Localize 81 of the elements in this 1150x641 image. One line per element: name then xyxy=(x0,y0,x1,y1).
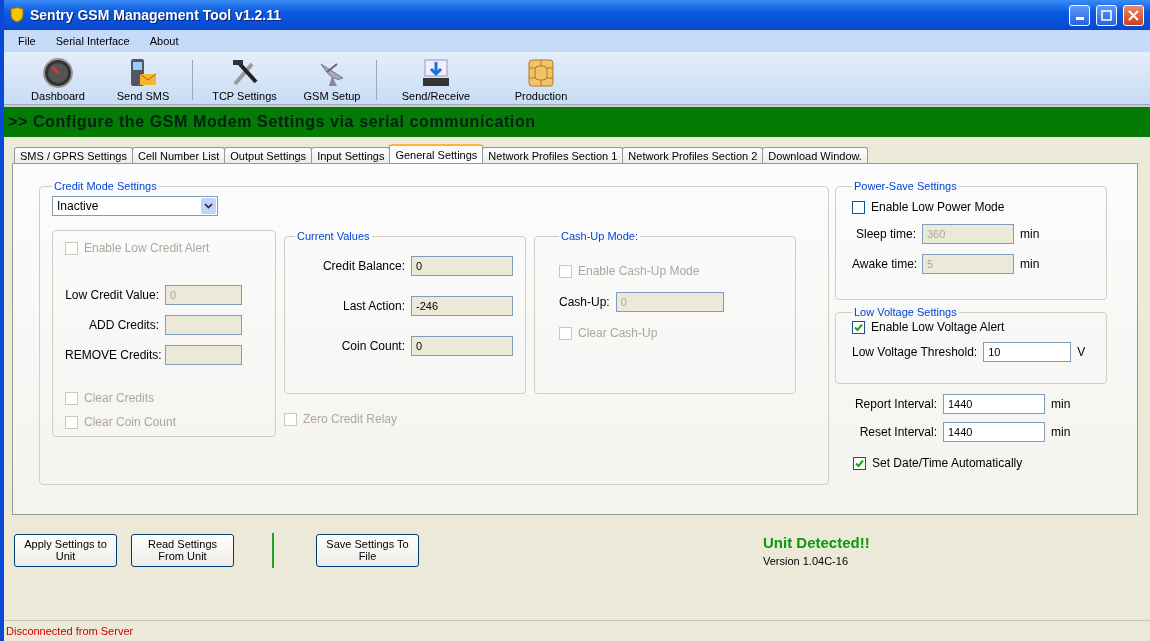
close-button[interactable] xyxy=(1123,4,1144,26)
menu-item[interactable]: Serial Interface xyxy=(47,33,138,49)
toolbar-button[interactable]: GSM Setup xyxy=(292,58,372,102)
banner-text: >> Configure the GSM Modem Settings via serial communication xyxy=(8,113,536,131)
unit-status: Unit Detected!! xyxy=(763,533,870,551)
version-text: Version 1.04C-16 xyxy=(763,554,849,567)
unit-label: min xyxy=(1020,257,1040,271)
checkbox-label: Set Date/Time Automatically xyxy=(872,456,1023,470)
close-icon xyxy=(1128,9,1139,21)
input-field[interactable]: -246 xyxy=(411,296,513,316)
toolbar-button[interactable]: TCP Settings xyxy=(197,58,292,102)
field-label: Low Voltage Threshold: xyxy=(852,345,978,359)
unit-label: min xyxy=(1051,425,1071,439)
tab[interactable]: Network Profiles Section 1 xyxy=(482,147,624,163)
checkbox-label: Clear Coin Count xyxy=(84,415,177,429)
chevron-down-icon xyxy=(204,203,213,209)
checkbox[interactable] xyxy=(852,320,865,334)
field-label: REMOVE Credits: xyxy=(65,348,159,362)
tab[interactable]: Output Settings xyxy=(224,147,313,163)
checkbox-label: Clear Credits xyxy=(84,391,155,405)
menu-item[interactable]: About xyxy=(141,33,187,49)
input-field[interactable]: 0 xyxy=(411,256,513,276)
field-label: Coin Count: xyxy=(340,339,405,353)
action-button[interactable]: Save Settings To File xyxy=(316,533,419,567)
checkbox[interactable] xyxy=(852,200,865,214)
group-title: Current Values xyxy=(296,230,371,242)
checkmark-icon xyxy=(855,458,864,468)
window-title: Sentry GSM Management Tool v1.2.11 xyxy=(30,7,283,23)
tab[interactable]: SMS / GPRS Settings xyxy=(14,147,133,163)
checkmark-icon xyxy=(854,322,863,332)
field-label: ADD Credits: xyxy=(88,318,159,332)
inbox-icon xyxy=(421,58,451,88)
checkbox-label: Enable Low Voltage Alert xyxy=(871,320,1005,334)
gauge-icon xyxy=(43,58,73,88)
shield-icon xyxy=(10,7,24,23)
mode-dropdown[interactable]: Inactive xyxy=(52,196,218,216)
group-title: Cash-Up Mode: xyxy=(560,230,640,242)
tab[interactable]: Input Settings xyxy=(311,147,391,163)
group-title: Low Voltage Settings xyxy=(853,306,958,318)
dropdown-value: Inactive xyxy=(56,199,99,213)
tab[interactable]: Download Window. xyxy=(762,147,868,163)
field-label: Credit Balance: xyxy=(321,259,405,273)
input-field[interactable]: 0 xyxy=(411,336,513,356)
field-label: Reset Interval: xyxy=(858,425,937,439)
field-label: Cash-Up: xyxy=(559,295,610,309)
action-button[interactable]: Apply Settings to Unit xyxy=(14,533,117,567)
chip-icon xyxy=(526,58,556,88)
field-label: Awake time: xyxy=(852,257,916,271)
input-field[interactable]: 1440 xyxy=(943,422,1045,442)
menu-item[interactable]: File xyxy=(10,33,44,49)
input-field[interactable]: 1440 xyxy=(943,394,1045,414)
checkbox-label: Clear Cash-Up xyxy=(578,326,658,340)
tab[interactable]: General Settings xyxy=(389,144,484,163)
toolbar-button[interactable]: Dashboard xyxy=(18,58,98,102)
minimize-icon xyxy=(1075,17,1084,20)
unit-label: V xyxy=(1077,345,1086,359)
field-label: Low Credit Value: xyxy=(65,288,159,302)
action-button[interactable]: Read Settings From Unit xyxy=(131,533,234,567)
checkbox-label: Enable Low Credit Alert xyxy=(84,241,210,255)
tab[interactable]: Network Profiles Section 2 xyxy=(622,147,764,163)
checkbox-label: Enable Cash-Up Mode xyxy=(578,264,700,278)
maximize-button[interactable] xyxy=(1096,4,1117,26)
tab[interactable]: Cell Number List xyxy=(132,147,226,163)
group-title: Power-Save Settings xyxy=(853,180,958,192)
maximize-icon xyxy=(1101,9,1112,21)
field-label: Last Action: xyxy=(341,299,405,313)
unit-label: min xyxy=(1051,397,1071,411)
toolbar-button[interactable]: Production xyxy=(491,58,591,102)
status-text: Disconnected from Server xyxy=(6,625,134,637)
toolbar-button[interactable]: Send SMS xyxy=(98,58,188,102)
field-label: Report Interval: xyxy=(853,397,937,411)
checkbox[interactable] xyxy=(853,456,866,470)
checkbox-label: Zero Credit Relay xyxy=(303,412,398,426)
field-label: Sleep time: xyxy=(854,227,916,241)
unit-label: min xyxy=(1020,227,1040,241)
minimize-button[interactable] xyxy=(1069,4,1090,26)
phone-envelope-icon xyxy=(128,58,158,88)
group-title: Credit Mode Settings xyxy=(53,180,158,192)
input-field[interactable]: 10 xyxy=(983,342,1072,362)
toolbar-button[interactable]: Send/Receive xyxy=(381,58,491,102)
checkbox-label: Enable Low Power Mode xyxy=(871,200,1005,214)
